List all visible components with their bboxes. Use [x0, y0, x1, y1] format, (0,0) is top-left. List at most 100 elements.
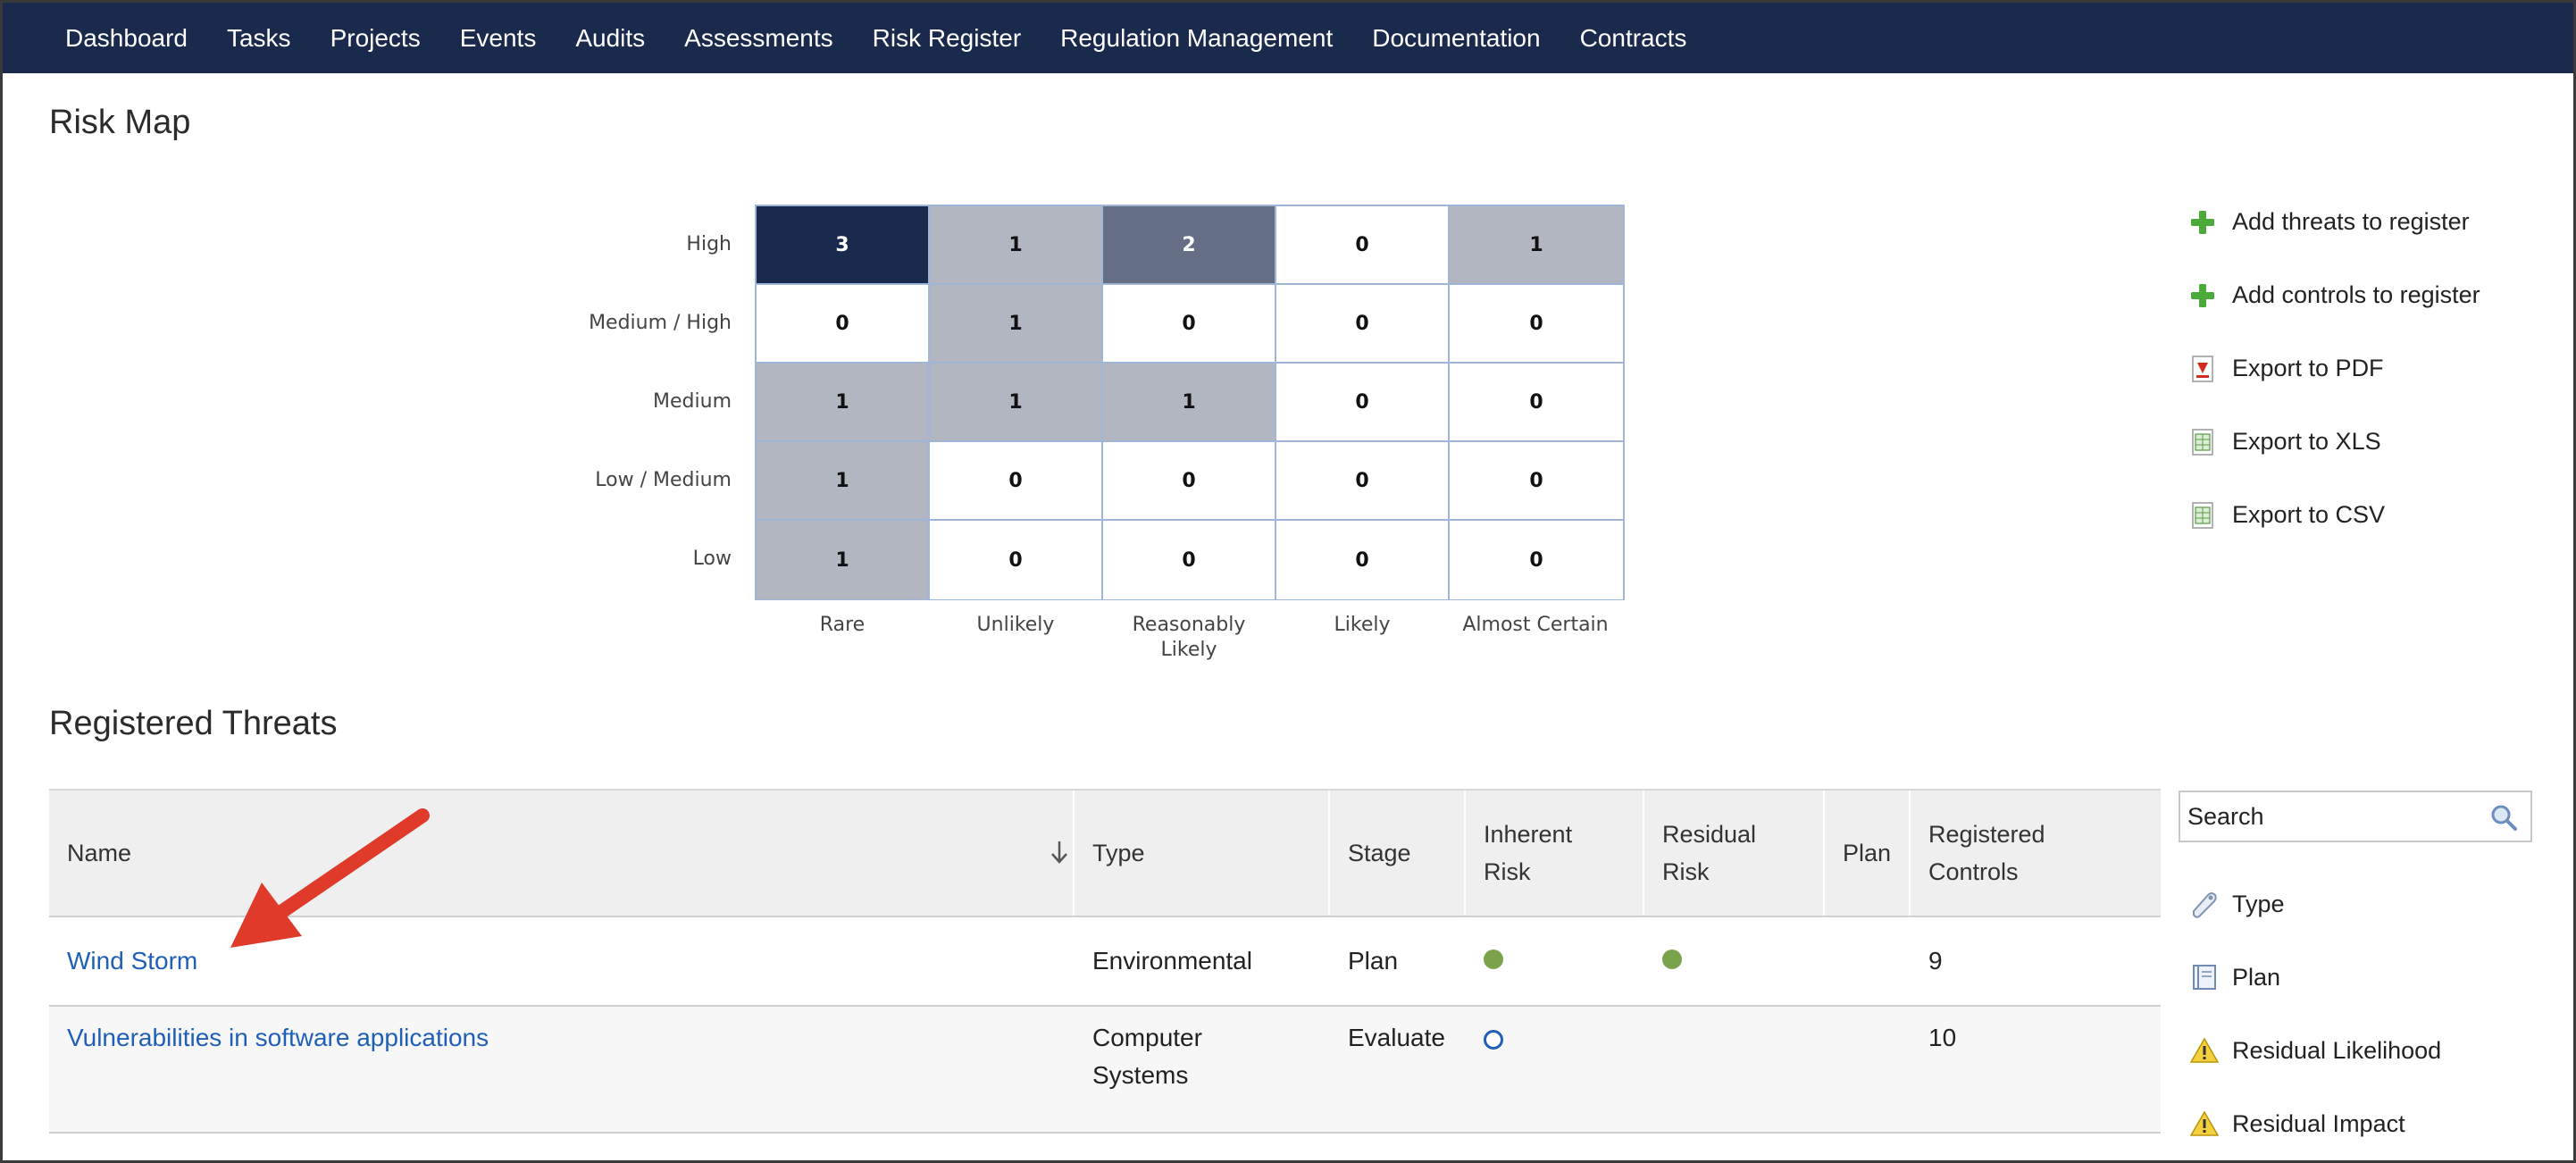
- matrix-cell[interactable]: 1: [930, 206, 1103, 285]
- table-header: Name Type Stage Inherent Risk Residual Ris…: [49, 789, 2161, 917]
- nav-assessments[interactable]: Assessments: [684, 24, 833, 53]
- threats-table: Name Type Stage Inherent Risk Residual Ris…: [49, 789, 2161, 1134]
- filter-residual-likelihood[interactable]: Residual Likelihood: [2189, 1035, 2441, 1066]
- matrix-cell[interactable]: 1: [930, 364, 1103, 442]
- matrix-cell[interactable]: 1: [1450, 206, 1623, 285]
- risk-indicator-dot: [1662, 950, 1682, 969]
- filter-plan[interactable]: Plan: [2189, 962, 2280, 992]
- nav-documentation[interactable]: Documentation: [1372, 24, 1540, 53]
- add-threats-link[interactable]: Add threats to register: [2189, 208, 2470, 236]
- filter-label: Residual Likelihood: [2232, 1036, 2442, 1064]
- matrix-cell[interactable]: 2: [1103, 206, 1276, 285]
- matrix-cell[interactable]: 1: [757, 521, 930, 599]
- matrix-cell[interactable]: 0: [1276, 285, 1450, 364]
- header-line: Risk: [1662, 858, 1710, 885]
- matrix-row-low: 1 0 0 0 0: [757, 521, 1623, 599]
- search-input[interactable]: [2187, 802, 2482, 831]
- threat-name-cell: Wind Storm: [49, 942, 1075, 980]
- column-header-inherent-risk[interactable]: Inherent Risk: [1466, 791, 1644, 916]
- column-header-name[interactable]: Name: [49, 791, 1075, 916]
- action-label: Export to CSV: [2232, 501, 2386, 528]
- column-header-label: Plan: [1843, 840, 1892, 866]
- matrix-cell[interactable]: 0: [930, 521, 1103, 599]
- spreadsheet-file-icon: [2189, 428, 2216, 456]
- matrix-cell[interactable]: 0: [1276, 521, 1450, 599]
- nav-tasks[interactable]: Tasks: [227, 24, 291, 53]
- matrix-cell[interactable]: 0: [930, 442, 1103, 521]
- filter-residual-impact[interactable]: Residual Impact: [2189, 1109, 2405, 1139]
- likelihood-label-unlikely: Unlikely: [929, 613, 1102, 638]
- nav-risk-register[interactable]: Risk Register: [873, 24, 1021, 53]
- impact-label-medium-high: Medium / High: [589, 312, 732, 334]
- risk-map-title: Risk Map: [49, 104, 191, 141]
- column-header-stage[interactable]: Stage: [1330, 791, 1466, 916]
- threat-name-cell: Vulnerabilities in software applications: [49, 1019, 1075, 1057]
- risk-indicator-dot: [1484, 950, 1503, 969]
- matrix-cell[interactable]: 1: [1103, 364, 1276, 442]
- likelihood-label-almost-certain: Almost Certain: [1449, 613, 1622, 638]
- column-header-registered-controls[interactable]: Registered Controls: [1911, 791, 2161, 916]
- likelihood-label-line: Rare: [819, 614, 866, 636]
- header-line: Residual: [1662, 821, 1757, 848]
- matrix-cell[interactable]: 0: [1450, 285, 1623, 364]
- nav-regulation-management[interactable]: Regulation Management: [1060, 24, 1333, 53]
- matrix-cell[interactable]: 0: [1103, 521, 1276, 599]
- matrix-cell[interactable]: 0: [1276, 206, 1450, 285]
- impact-label-low-medium: Low / Medium: [595, 469, 732, 491]
- matrix-cell[interactable]: 1: [757, 442, 930, 521]
- matrix-row-medium: 1 1 1 0 0: [757, 364, 1623, 442]
- action-label: Export to XLS: [2232, 428, 2381, 455]
- matrix-cell[interactable]: 0: [1103, 285, 1276, 364]
- nav-events[interactable]: Events: [460, 24, 537, 53]
- pdf-file-icon: [2189, 355, 2216, 382]
- search-box: [2179, 791, 2532, 842]
- spreadsheet-file-icon: [2189, 501, 2216, 529]
- registered-controls-cell: 9: [1928, 947, 1943, 975]
- filter-label: Type: [2232, 890, 2285, 917]
- matrix-cell[interactable]: 0: [1450, 521, 1623, 599]
- header-line: Inherent: [1484, 821, 1573, 848]
- column-header-type[interactable]: Type: [1075, 791, 1330, 916]
- nav-audits[interactable]: Audits: [575, 24, 645, 53]
- impact-label-high: High: [686, 233, 732, 255]
- matrix-cell[interactable]: 1: [930, 285, 1103, 364]
- matrix-cell[interactable]: 0: [1276, 442, 1450, 521]
- nav-contracts[interactable]: Contracts: [1580, 24, 1687, 53]
- table-row: Vulnerabilities in software applications…: [49, 1007, 2161, 1134]
- risk-indicator-dot: [1484, 1029, 1503, 1050]
- matrix-cell[interactable]: 0: [1276, 364, 1450, 442]
- export-pdf-link[interactable]: Export to PDF: [2189, 355, 2384, 382]
- column-header-label: Name: [67, 840, 132, 866]
- plus-icon: [2189, 282, 2216, 309]
- nav-dashboard[interactable]: Dashboard: [65, 24, 188, 53]
- likelihood-label-line: Almost Certain: [1462, 614, 1609, 636]
- header-line: Registered: [1928, 821, 2045, 848]
- export-csv-link[interactable]: Export to CSV: [2189, 501, 2385, 529]
- search-icon[interactable]: [2489, 803, 2518, 836]
- threat-name-link[interactable]: Wind Storm: [67, 947, 197, 975]
- table-row: Wind Storm Environmental Plan 9: [49, 917, 2161, 1007]
- add-controls-link[interactable]: Add controls to register: [2189, 281, 2480, 309]
- likelihood-label-line: Reasonably: [1132, 614, 1246, 636]
- matrix-cell[interactable]: 0: [1103, 442, 1276, 521]
- header-line: Risk: [1484, 858, 1531, 885]
- matrix-row-low-medium: 1 0 0 0 0: [757, 442, 1623, 521]
- threat-type-cell: Computer Systems: [1075, 1019, 1330, 1094]
- matrix-cell[interactable]: 3: [757, 206, 930, 285]
- column-header-plan[interactable]: Plan: [1825, 791, 1911, 916]
- column-header-residual-risk[interactable]: Residual Risk: [1644, 791, 1825, 916]
- threat-name-link[interactable]: Vulnerabilities in software applications: [67, 1024, 489, 1051]
- nav-projects[interactable]: Projects: [330, 24, 421, 53]
- likelihood-label-line: Unlikely: [976, 614, 1055, 636]
- sort-down-icon[interactable]: [1050, 839, 1069, 876]
- threat-type-cell: Environmental: [1092, 947, 1252, 975]
- type-line: Systems: [1092, 1061, 1189, 1089]
- matrix-cell[interactable]: 0: [1450, 442, 1623, 521]
- export-xls-link[interactable]: Export to XLS: [2189, 428, 2381, 456]
- matrix-cell[interactable]: 0: [1450, 364, 1623, 442]
- top-nav: Dashboard Tasks Projects Events Audits A…: [3, 3, 2573, 73]
- matrix-cell[interactable]: 0: [757, 285, 930, 364]
- matrix-cell[interactable]: 1: [757, 364, 930, 442]
- book-icon: [2189, 962, 2220, 992]
- filter-type[interactable]: Type: [2189, 889, 2285, 919]
